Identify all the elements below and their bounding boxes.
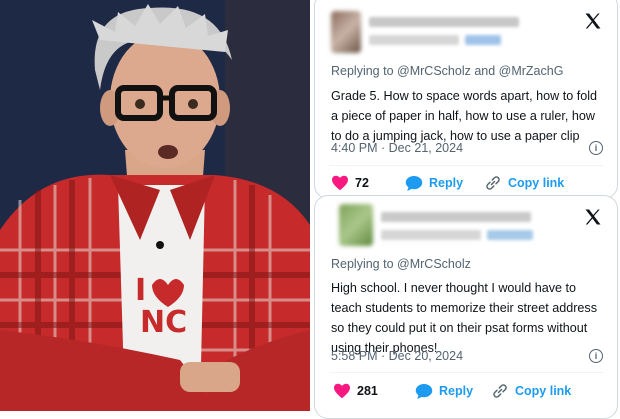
copy-link-label: Copy link xyxy=(515,384,572,398)
link-icon xyxy=(493,384,507,398)
like-button[interactable]: 72 xyxy=(331,172,369,194)
tweet-text: Grade 5. How to space words apart, how t… xyxy=(331,89,598,143)
tweet-actions: 72 Reply Copy link xyxy=(331,172,607,194)
author-name[interactable] xyxy=(369,17,519,27)
author-handle xyxy=(465,35,501,45)
copy-link-label: Copy link xyxy=(508,176,565,190)
author-handle xyxy=(487,230,533,240)
tweet-text: High school. I never thought I would hav… xyxy=(331,281,597,355)
svg-text:I: I xyxy=(135,273,146,308)
speech-bubble-icon xyxy=(415,383,433,399)
copy-link-button[interactable]: Copy link xyxy=(491,380,571,402)
svg-text:NC: NC xyxy=(140,305,187,340)
author-name[interactable] xyxy=(381,212,531,222)
replying-to: Replying to @MrCScholz and @MrZachG xyxy=(331,64,563,78)
divider xyxy=(329,165,603,166)
avatar[interactable] xyxy=(339,204,373,246)
tweet-actions: 281 Reply Copy link xyxy=(331,380,607,402)
like-count: 281 xyxy=(357,384,378,398)
speech-bubble-icon xyxy=(405,175,423,191)
like-count: 72 xyxy=(355,176,369,190)
tweet-card: Replying to @MrCScholz High school. I ne… xyxy=(314,195,618,419)
tweet-timestamp[interactable]: 5:58 PM · Dec 20, 2024 xyxy=(331,349,463,363)
x-logo-icon[interactable] xyxy=(583,207,603,227)
divider xyxy=(329,372,603,373)
reply-label: Reply xyxy=(439,384,474,398)
avatar[interactable] xyxy=(331,11,361,53)
copy-link-button[interactable]: Copy link xyxy=(484,172,564,194)
info-icon[interactable]: i xyxy=(589,141,603,155)
reply-button[interactable]: Reply xyxy=(415,380,473,402)
replying-to-prefix: Replying to xyxy=(331,257,394,271)
replying-to: Replying to @MrCScholz xyxy=(331,257,471,271)
tweet-card: Replying to @MrCScholz and @MrZachG Grad… xyxy=(314,0,618,199)
photo-panel: I NC xyxy=(0,0,310,411)
reply-label: Reply xyxy=(429,176,464,190)
reply-button[interactable]: Reply xyxy=(405,172,463,194)
heart-icon xyxy=(332,175,348,191)
author-handle[interactable] xyxy=(381,230,481,240)
heart-icon xyxy=(334,383,350,399)
like-button[interactable]: 281 xyxy=(333,380,378,402)
link-icon xyxy=(486,176,500,190)
tweet-timestamp[interactable]: 4:40 PM · Dec 21, 2024 xyxy=(331,141,463,155)
info-icon[interactable]: i xyxy=(589,349,603,363)
replying-to-handles[interactable]: @MrCScholz xyxy=(397,257,471,271)
replying-to-handles[interactable]: @MrCScholz and @MrZachG xyxy=(397,64,563,78)
x-logo-icon[interactable] xyxy=(583,11,603,31)
person-photo: I NC xyxy=(0,0,310,411)
author-handle[interactable] xyxy=(369,35,459,45)
replying-to-prefix: Replying to xyxy=(331,64,394,78)
